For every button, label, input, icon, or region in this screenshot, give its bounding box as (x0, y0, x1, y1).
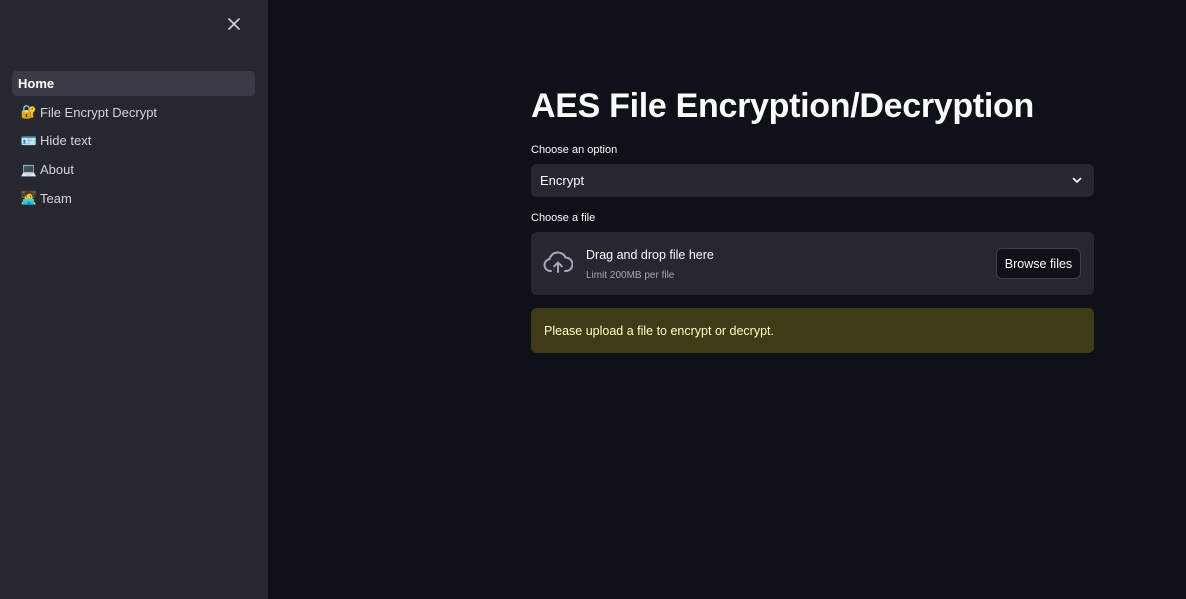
sidebar-item-label: Home (18, 76, 55, 91)
sidebar-nav: Home 🔐 File Encrypt Decrypt 🪪 Hide text … (12, 71, 255, 214)
sidebar-item-about[interactable]: 💻 About (12, 157, 255, 182)
option-select[interactable]: Encrypt (531, 164, 1094, 197)
sidebar-item-team[interactable]: 🧑‍💻 Team (12, 186, 255, 211)
close-icon (228, 18, 240, 30)
close-sidebar-button[interactable] (224, 14, 244, 34)
browse-files-button[interactable]: Browse files (996, 248, 1081, 279)
file-label: Choose a file (531, 212, 596, 224)
dropzone-subtitle: Limit 200MB per file (586, 270, 675, 281)
chevron-down-icon (1072, 177, 1082, 183)
lock-key-icon: 🔐 (20, 104, 38, 120)
id-card-icon: 🪪 (20, 132, 38, 148)
sidebar-item-label: File Encrypt Decrypt (40, 104, 158, 120)
sidebar: Home 🔐 File Encrypt Decrypt 🪪 Hide text … (0, 0, 268, 599)
sidebar-item-label: About (40, 162, 74, 178)
page-title: AES File Encryption/Decryption (531, 87, 1034, 125)
technologist-icon: 🧑‍💻 (20, 190, 38, 206)
main-content: AES File Encryption/Decryption Choose an… (268, 0, 1186, 599)
cloud-upload-icon (543, 251, 573, 273)
sidebar-item-label: Hide text (40, 133, 92, 149)
sidebar-item-home[interactable]: Home (12, 71, 255, 96)
sidebar-item-file-encrypt-decrypt[interactable]: 🔐 File Encrypt Decrypt (12, 100, 255, 125)
sidebar-item-hide-text[interactable]: 🪪 Hide text (12, 128, 255, 153)
option-label: Choose an option (531, 144, 618, 156)
warning-alert: Please upload a file to encrypt or decry… (531, 308, 1094, 353)
laptop-icon: 💻 (20, 161, 38, 177)
sidebar-item-label: Team (40, 190, 72, 206)
app: Home 🔐 File Encrypt Decrypt 🪪 Hide text … (0, 0, 1186, 599)
file-dropzone[interactable]: Drag and drop file here Limit 200MB per … (531, 232, 1094, 295)
dropzone-title: Drag and drop file here (586, 248, 714, 262)
option-selected-value: Encrypt (540, 173, 585, 188)
